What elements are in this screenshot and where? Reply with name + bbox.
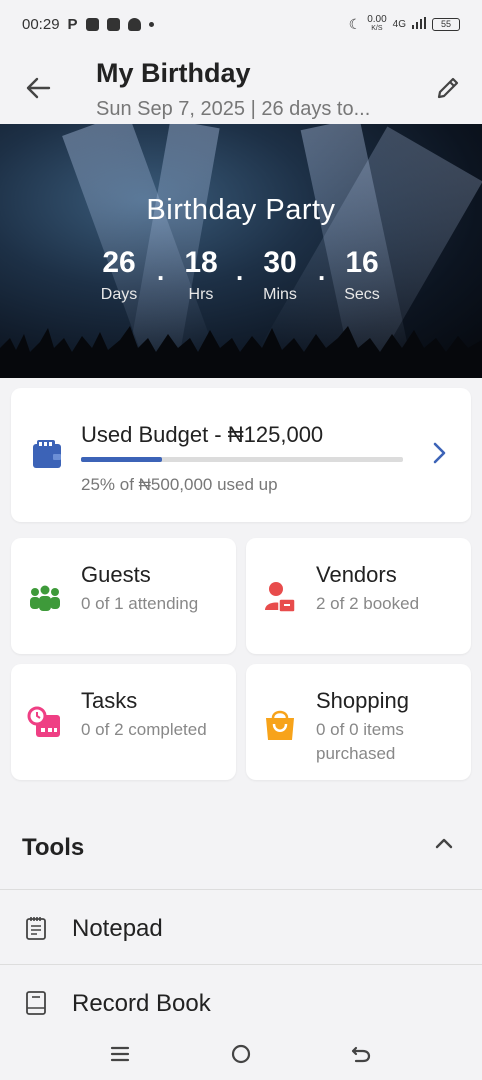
status-time: 00:29 [22,15,60,33]
event-banner: Birthday Party 26 Days . 18 Hrs . 30 Min… [0,124,482,378]
guests-status: 0 of 1 attending [81,594,199,613]
countdown-hours: 18 Hrs [184,246,218,303]
vendors-icon [265,582,296,613]
back-arrow-icon [26,77,51,99]
app-bar: My Birthday Sun Sep 7, 2025 | 26 days to… [0,48,482,124]
menu-lines-icon [110,1046,130,1062]
pencil-icon [437,77,459,99]
countdown-separator: . [236,256,244,286]
shopping-title: Shopping [316,688,409,713]
net-speed: 0.00 [367,14,387,25]
tool-item-label: Notepad [72,915,163,942]
message-icon [106,17,120,31]
crowd-silhouette [0,326,482,378]
vendors-title: Vendors [316,562,397,587]
chevron-up-icon[interactable] [434,836,454,850]
guests-card[interactable]: Guests 0 of 1 attending [11,538,236,654]
budget-progress-fill [81,457,162,462]
notepad-icon [26,917,46,940]
moon-icon: ☾ [348,15,362,32]
event-date-subtitle: Sun Sep 7, 2025 | 26 days to... [96,98,371,120]
shopping-status: 0 of 0 items purchased [316,720,404,763]
status-bar: 00:29 P ☾ 0.00 K/S 4G 55 [0,0,482,48]
countdown-separator: . [318,256,326,286]
wallet-icon [33,440,61,468]
home-button[interactable] [227,1040,255,1068]
edit-button[interactable] [430,70,466,106]
guests-icon [30,585,60,611]
chevron-right-icon [433,442,446,464]
tools-title: Tools [22,834,85,861]
vendors-card[interactable]: Vendors 2 of 2 booked [246,538,471,654]
battery-icon: 55 [432,17,460,31]
tools-section-header[interactable]: Tools [0,820,482,890]
tasks-icon [27,706,60,737]
system-navigation-bar [0,1026,482,1080]
tool-item-notepad[interactable]: Notepad [0,891,482,965]
back-nav-button[interactable] [347,1040,375,1068]
page-title: My Birthday [96,58,251,88]
countdown-separator: . [157,256,165,286]
more-notifications-icon [148,21,154,27]
countdown-days: 26 Days [100,246,138,303]
signal-icon [412,16,426,32]
vendors-status: 2 of 2 booked [316,594,420,613]
android-icon [127,17,141,31]
budget-card[interactable]: Used Budget - ₦125,000 25% of ₦500,000 u… [11,388,471,522]
tool-item-label: Record Book [72,990,211,1017]
recent-apps-button[interactable] [106,1040,134,1068]
countdown-seconds: 16 Secs [344,246,380,303]
budget-usage-text: 25% of ₦500,000 used up [81,475,278,494]
countdown-minutes: 30 Mins [263,246,297,303]
budget-title: Used Budget - ₦125,000 [81,422,324,447]
tasks-card[interactable]: Tasks 0 of 2 completed [11,664,236,780]
event-name: Birthday Party [146,194,336,226]
notification-icon [85,17,99,31]
guests-title: Guests [81,562,151,587]
record-book-icon [26,991,46,1015]
back-button[interactable] [20,70,56,106]
countdown-timer: 26 Days . 18 Hrs . 30 Mins . 16 Secs [0,246,482,316]
tasks-status: 0 of 2 completed [81,720,207,739]
shopping-card[interactable]: Shopping 0 of 0 items purchased [246,664,471,780]
net-unit: K/S [371,25,383,32]
budget-progress-bar [81,457,403,462]
home-circle-icon [231,1044,251,1064]
tasks-title: Tasks [81,688,138,713]
network-type: 4G [392,18,406,30]
return-arrow-icon [351,1046,371,1063]
parking-icon: P [67,15,78,33]
shopping-bag-icon [266,710,294,740]
